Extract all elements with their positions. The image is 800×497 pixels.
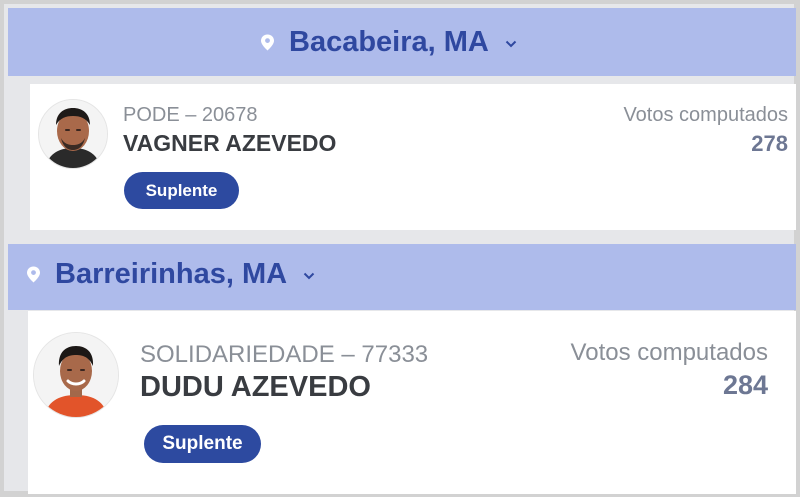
city-header-barreirinhas[interactable]: Barreirinhas, MA [8, 244, 796, 310]
votes-count: 278 [751, 131, 788, 156]
votes-label: Votos computados [570, 339, 768, 366]
party-number: PODE – 20678 [123, 104, 258, 126]
location-pin-icon [27, 266, 40, 282]
candidate-name: VAGNER AZEVEDO [123, 130, 337, 156]
votes-count: 284 [722, 370, 768, 400]
chevron-down-icon[interactable] [505, 40, 517, 48]
status-badge: Suplente [124, 172, 239, 209]
results-frame: Bacabeira, MA PODE – 20678 VAGNER AZEVED… [0, 0, 800, 497]
status-badge: Suplente [144, 425, 261, 463]
candidate-name: DUDU AZEVEDO [140, 371, 371, 403]
candidate-card: PODE – 20678 VAGNER AZEVEDO Suplente Vot… [30, 84, 796, 230]
city-name: Bacabeira, MA [289, 25, 489, 58]
votes-label: Votos computados [623, 104, 788, 126]
city-header-bacabeira[interactable]: Bacabeira, MA [8, 8, 796, 76]
candidate-card: SOLIDARIEDADE – 77333 DUDU AZEVEDO Suple… [28, 311, 796, 494]
city-header-content[interactable]: Bacabeira, MA [260, 24, 517, 60]
city-header-content[interactable]: Barreirinhas, MA [26, 254, 315, 294]
candidate-photo [34, 333, 118, 417]
avatar [33, 332, 119, 418]
candidate-photo [39, 100, 107, 168]
party-number: SOLIDARIEDADE – 77333 [140, 341, 429, 368]
avatar [38, 99, 108, 169]
chevron-down-icon[interactable] [303, 272, 315, 280]
location-pin-icon [261, 34, 274, 50]
city-name: Barreirinhas, MA [55, 257, 288, 290]
